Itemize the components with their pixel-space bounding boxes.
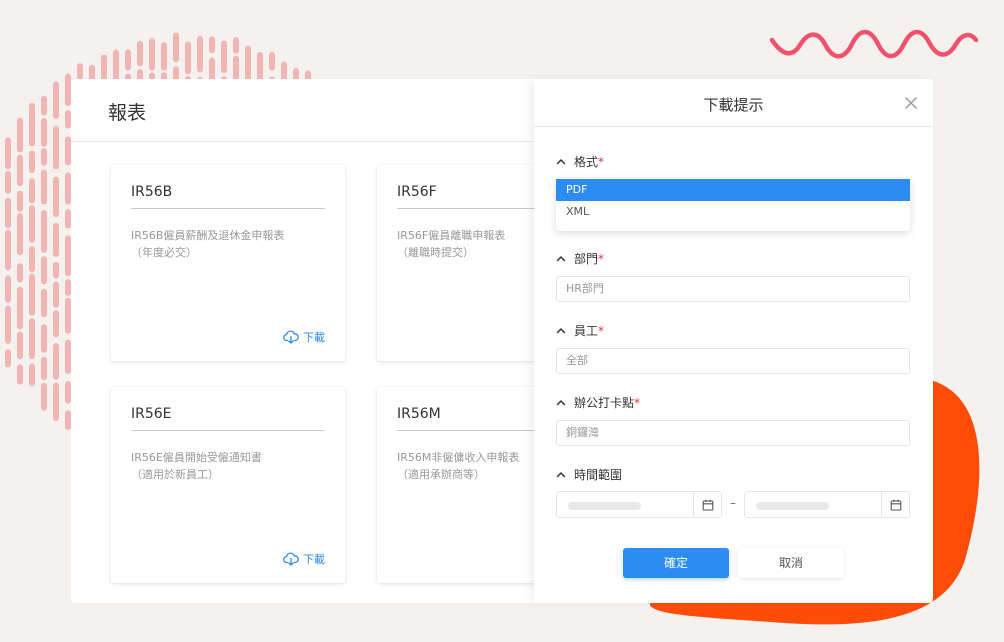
department-select[interactable]: HR部門 [556, 276, 910, 302]
format-option-xml[interactable]: XML [556, 201, 910, 223]
report-card-ir56m[interactable]: IR56M IR56M非僱傭收入申報表 （適用承辦商等） [377, 387, 541, 583]
format-label-text: 格式 [574, 155, 599, 169]
time-range-label: 時間範圍 [574, 468, 623, 482]
download-label: 下載 [303, 553, 325, 566]
employee-label-text: 員工 [574, 324, 599, 338]
format-dropdown[interactable]: PDF XML [556, 179, 910, 231]
department-section-toggle[interactable]: 部門* [556, 250, 604, 267]
card-divider [131, 430, 325, 431]
end-date-input[interactable] [744, 491, 910, 518]
page-title: 報表 [108, 102, 147, 124]
date-placeholder [756, 502, 829, 510]
divider [71, 141, 541, 142]
chevron-up-icon [556, 472, 566, 478]
office-label: 辦公打卡點* [574, 394, 640, 411]
department-label: 部門* [574, 250, 604, 267]
card-description: IR56F僱員離職申報表 （離職時提交） [397, 227, 505, 261]
card-desc-line-2: （適用承辦商等） [397, 468, 485, 481]
format-label: 格式* [574, 153, 604, 170]
required-mark: * [598, 324, 605, 338]
required-mark: * [598, 155, 605, 169]
time-range-section-toggle[interactable]: 時間範圍 [556, 466, 622, 483]
employee-label: 員工* [574, 322, 604, 339]
chevron-up-icon [556, 256, 566, 262]
cloud-download-icon [283, 552, 299, 566]
card-desc-line-2: （離職時提交） [397, 246, 474, 259]
start-date-picker-button[interactable] [693, 492, 721, 517]
card-desc-line-2: （年度必交） [131, 246, 197, 259]
date-placeholder [568, 502, 641, 510]
squiggle [769, 29, 979, 59]
download-dialog: 下載提示 格式* PDF XML 部門* HR部門 員工* 全部 辦公打卡點* … [534, 79, 933, 603]
card-title: IR56B [131, 184, 173, 200]
calendar-icon [702, 499, 713, 511]
cloud-download-icon [283, 330, 299, 344]
dialog-header: 下載提示 [534, 79, 933, 127]
office-section-toggle[interactable]: 辦公打卡點* [556, 394, 640, 411]
dialog-title: 下載提示 [703, 96, 764, 114]
department-label-text: 部門 [574, 252, 599, 266]
card-description: IR56B僱員薪酬及退休金申報表 （年度必交） [131, 227, 284, 261]
card-desc-line-1: IR56B僱員薪酬及退休金申報表 [131, 229, 285, 242]
card-desc-line-1: IR56M非僱傭收入申報表 [397, 451, 520, 464]
report-card-ir56e[interactable]: IR56E IR56E僱員開始受僱通知書 （適用於新員工） 下載 [111, 387, 345, 583]
required-mark: * [598, 252, 605, 266]
date-range-separator: – [730, 496, 736, 510]
format-option-pdf[interactable]: PDF [556, 179, 910, 201]
card-desc-line-2: （適用於新員工） [131, 468, 219, 481]
calendar-icon [890, 499, 901, 511]
card-description: IR56E僱員開始受僱通知書 （適用於新員工） [131, 449, 262, 483]
office-label-text: 辦公打卡點 [574, 396, 635, 410]
employee-select[interactable]: 全部 [556, 348, 910, 374]
report-card-ir56f[interactable]: IR56F IR56F僱員離職申報表 （離職時提交） [377, 165, 541, 361]
chevron-up-icon [556, 400, 566, 406]
card-desc-line-1: IR56F僱員離職申報表 [397, 229, 506, 242]
chevron-up-icon [556, 328, 566, 334]
download-button[interactable]: 下載 [283, 551, 325, 567]
required-mark: * [634, 396, 641, 410]
download-button[interactable]: 下載 [283, 329, 325, 345]
office-select[interactable]: 銅鑼灣 [556, 420, 910, 446]
card-title: IR56E [131, 406, 172, 422]
report-card-ir56b[interactable]: IR56B IR56B僱員薪酬及退休金申報表 （年度必交） 下載 [111, 165, 345, 361]
card-divider [131, 208, 325, 209]
format-section-toggle[interactable]: 格式* [556, 153, 604, 170]
employee-section-toggle[interactable]: 員工* [556, 322, 604, 339]
cancel-button[interactable]: 取消 [738, 548, 844, 578]
card-divider [397, 430, 541, 431]
end-date-picker-button[interactable] [881, 492, 909, 517]
card-title: IR56M [397, 406, 441, 422]
reports-panel: 報表 IR56B IR56B僱員薪酬及退休金申報表 （年度必交） 下載 IR56… [71, 79, 541, 603]
card-description: IR56M非僱傭收入申報表 （適用承辦商等） [397, 449, 519, 483]
card-title: IR56F [397, 184, 437, 200]
chevron-up-icon [556, 159, 566, 165]
start-date-input[interactable] [556, 491, 722, 518]
close-icon[interactable] [904, 96, 918, 110]
confirm-button[interactable]: 確定 [623, 548, 729, 578]
download-label: 下載 [303, 331, 325, 344]
card-divider [397, 208, 541, 209]
card-desc-line-1: IR56E僱員開始受僱通知書 [131, 451, 262, 464]
